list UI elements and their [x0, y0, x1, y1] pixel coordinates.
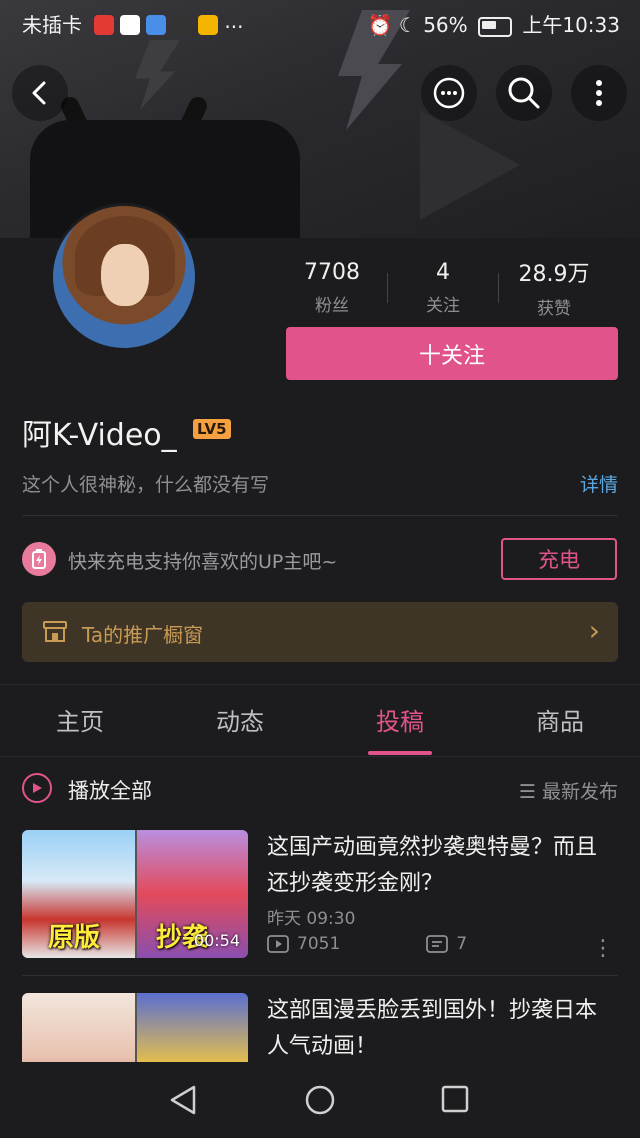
shop-window-label: Ta的推广橱窗 [82, 623, 204, 647]
play-count-icon [267, 935, 289, 953]
divider [22, 975, 618, 976]
more-notifications-icon: ··· [224, 14, 244, 39]
followers-count: 7708 [304, 259, 360, 285]
moon-icon: ☾ [398, 13, 417, 37]
tab-home[interactable]: 主页 [0, 702, 160, 737]
active-tab-indicator [368, 751, 432, 755]
more-options-button[interactable] [571, 65, 627, 121]
divider [22, 515, 618, 516]
avatar-face [101, 244, 149, 306]
video-date: 昨天 09:30 [267, 909, 356, 929]
divider [0, 756, 640, 757]
thumbnail-caption-left: 原版 [48, 923, 101, 953]
app-notification-icon [94, 14, 115, 35]
app-notification-icon [198, 14, 219, 35]
chat-bubble-icon [433, 77, 465, 109]
charge-promo-text: 快来充电支持你喜欢的UP主吧~ [68, 551, 338, 573]
play-all-button[interactable]: 播放全部 [68, 775, 152, 805]
username: 阿K-Video_ [22, 418, 177, 453]
video-item[interactable]: 原版 抄袭 00:54 这国产动画竟然抄袭奥特曼？而且还抄袭变形金刚？ 昨天 0… [22, 830, 618, 961]
nav-home-icon[interactable] [304, 1084, 336, 1116]
banner-play-decoration [420, 110, 520, 220]
video-thumbnail[interactable] [22, 993, 248, 1063]
charge-button[interactable]: 充电 [501, 538, 617, 580]
battery-charge-icon [22, 542, 56, 576]
stats-row: 7708 粉丝 4 关注 28.9万 获赞 [277, 256, 609, 320]
video-title: 这国产动画竟然抄袭奥特曼？而且还抄袭变形金刚？ [267, 835, 598, 896]
followers-label: 粉丝 [315, 295, 349, 316]
status-left: 未插卡 ··· [22, 9, 243, 39]
status-bar: 未插卡 ··· ⏰ ☾ 56% 上午10:33 [0, 0, 640, 44]
likes-count: 28.9万 [518, 262, 590, 287]
thumbnail-right-image [137, 993, 248, 1063]
carrier-text: 未插卡 [22, 13, 82, 37]
banner-bolt-decoration [135, 40, 180, 110]
level-badge: LV5 [193, 419, 231, 439]
app-notification-icon [120, 14, 141, 35]
video-title: 这部国漫丢脸丢到国外！抄袭日本人气动画！ [267, 998, 598, 1059]
battery-percent: 56% [423, 13, 468, 37]
video-thumbnail[interactable]: 原版 抄袭 00:54 [22, 830, 248, 958]
tab-dynamics[interactable]: 动态 [160, 702, 320, 737]
divider [0, 684, 640, 685]
bio-text: 这个人很神秘，什么都没有写 [22, 474, 270, 496]
video-item[interactable]: 这部国漫丢脸丢到国外！抄袭日本人气动画！ [22, 993, 618, 1063]
sort-label: 最新发布 [541, 781, 618, 803]
detail-link[interactable]: 详情 [580, 470, 618, 497]
back-arrow-icon [32, 81, 46, 105]
sort-lines-icon: ☰ [518, 781, 542, 803]
message-button[interactable] [421, 65, 477, 121]
likes-label: 获赞 [537, 299, 571, 319]
video-meta: 7051 7 [267, 934, 467, 954]
chevron-right-icon: › [588, 614, 600, 647]
battery-icon [478, 16, 512, 37]
tab-products[interactable]: 商品 [480, 702, 640, 737]
comment-count: 7 [456, 934, 468, 954]
play-circle-icon[interactable] [22, 773, 52, 803]
more-vertical-icon [596, 80, 602, 106]
notification-icons: ··· [94, 14, 244, 39]
tab-uploads[interactable]: 投稿 [320, 702, 480, 737]
app-notification-icon [146, 14, 167, 35]
video-duration: 00:54 [193, 931, 240, 950]
nav-back-icon[interactable] [168, 1084, 198, 1116]
alarm-icon: ⏰ [367, 13, 393, 37]
status-right: ⏰ ☾ 56% 上午10:33 [368, 9, 620, 38]
back-button[interactable] [12, 65, 68, 121]
search-icon [508, 77, 540, 109]
following-stat[interactable]: 4 关注 [388, 260, 498, 316]
search-button[interactable] [496, 65, 552, 121]
followers-stat[interactable]: 7708 粉丝 [277, 260, 387, 316]
shop-window-bar[interactable]: Ta的推广橱窗 › [22, 602, 618, 662]
app-notification-icon [172, 14, 193, 35]
nav-recents-icon[interactable] [441, 1085, 469, 1113]
comment-icon [426, 935, 449, 953]
video-more-button[interactable]: ⋮ [592, 936, 614, 961]
likes-stat: 28.9万 获赞 [499, 256, 609, 319]
view-count: 7051 [297, 934, 341, 954]
sort-button[interactable]: ☰ 最新发布 [519, 777, 618, 804]
thumbnail-left-image [22, 993, 135, 1063]
clock-text: 上午10:33 [522, 13, 620, 37]
system-nav-bar [0, 1062, 640, 1138]
follow-button[interactable]: 十关注 [286, 327, 618, 380]
following-label: 关注 [426, 295, 460, 316]
following-count: 4 [436, 259, 450, 285]
avatar[interactable] [50, 203, 198, 351]
storefront-icon [42, 618, 68, 648]
